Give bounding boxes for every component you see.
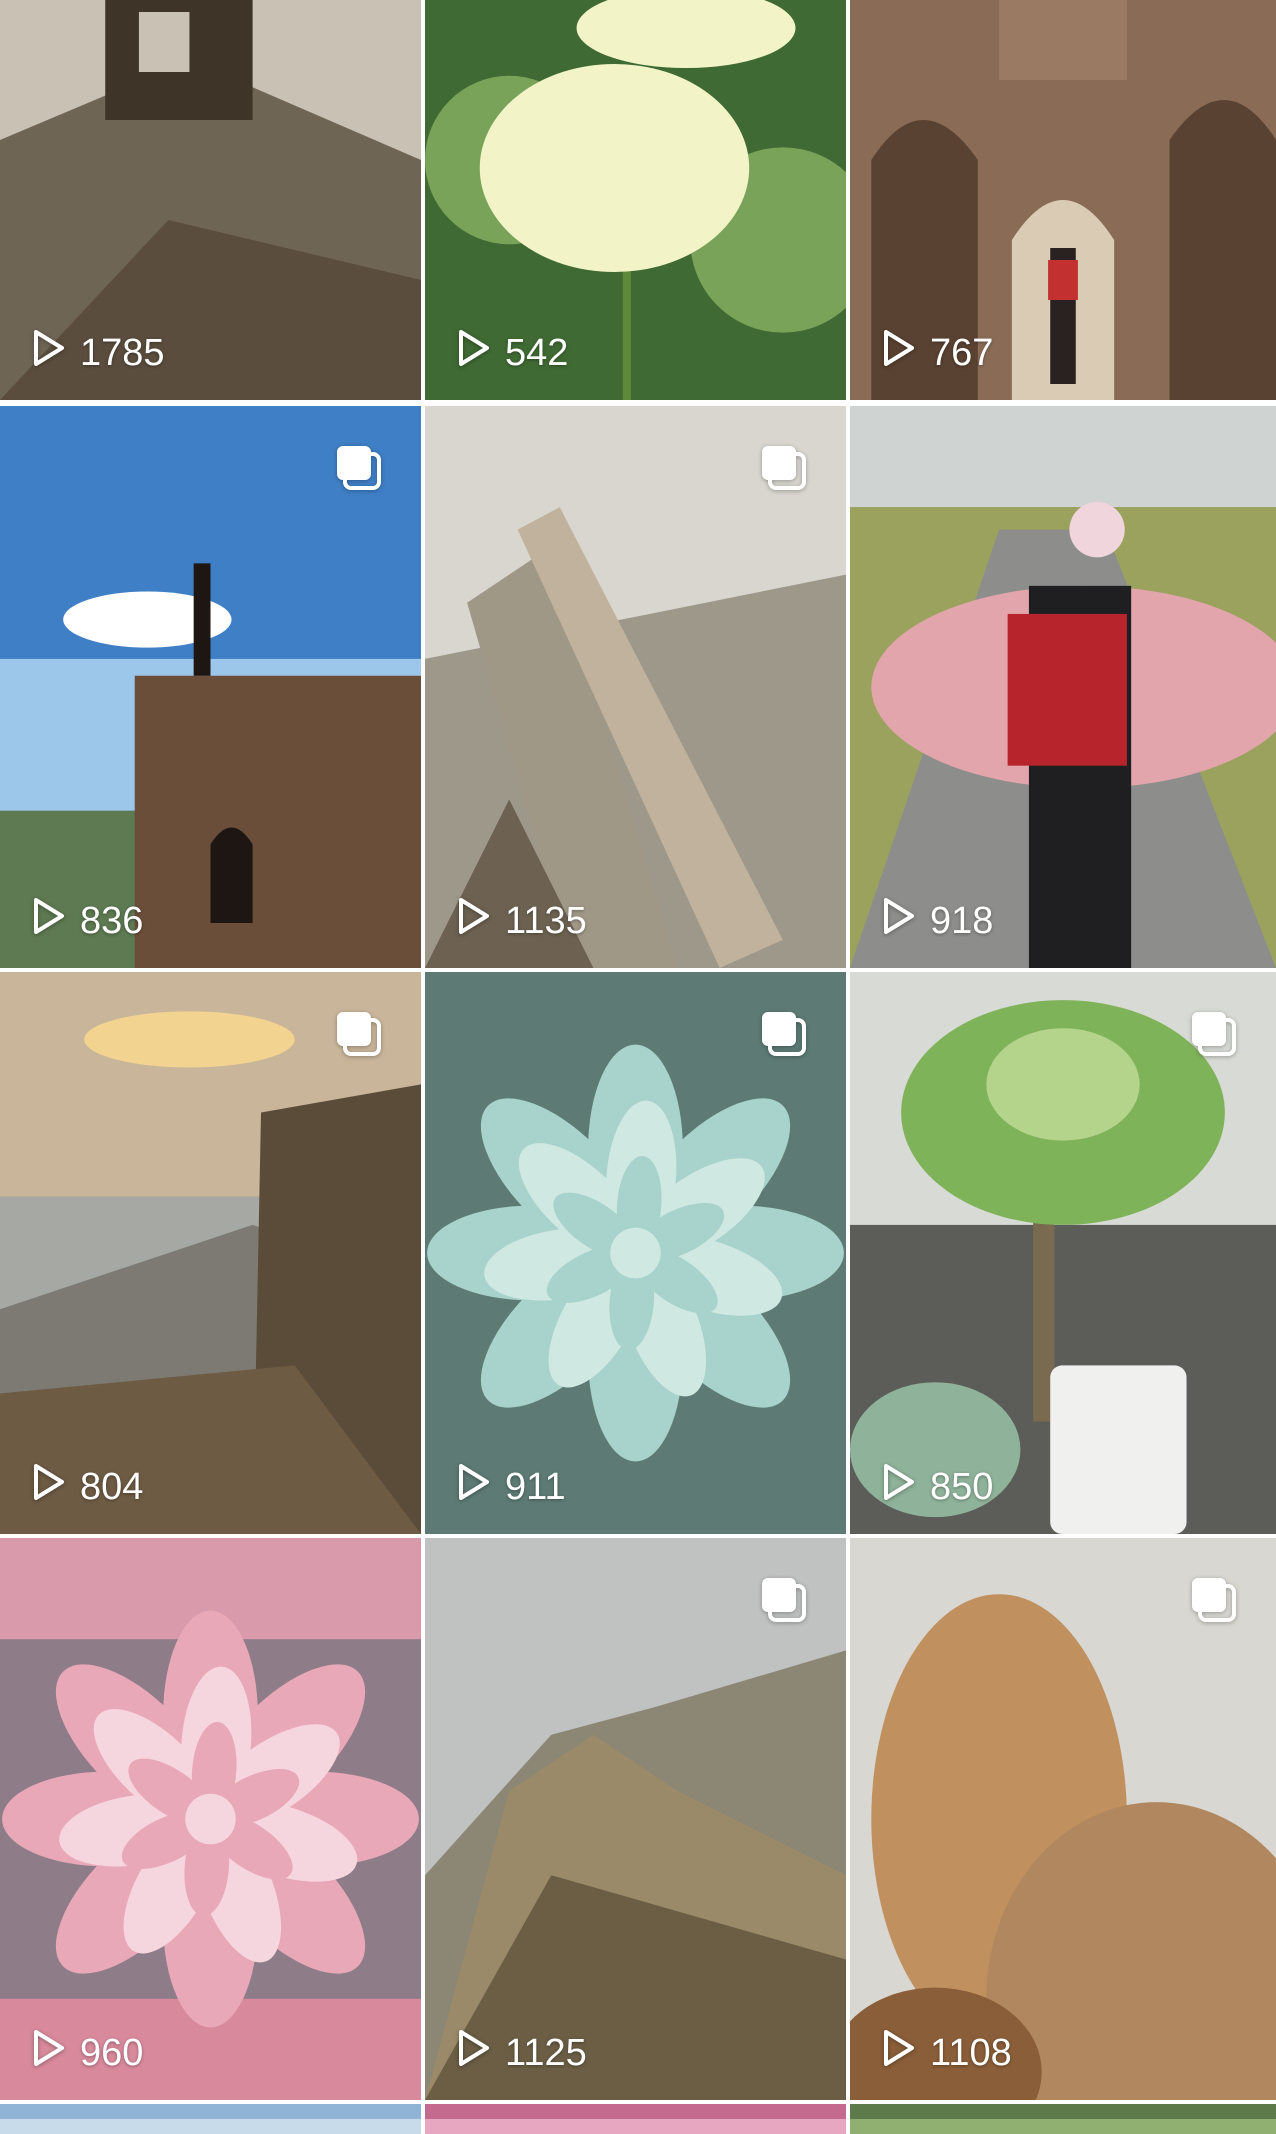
multi-image-icon <box>1186 1572 1242 1628</box>
media-tile[interactable]: 1785 <box>0 0 421 400</box>
media-thumbnail <box>0 2104 421 2134</box>
view-count: 1135 <box>451 894 587 948</box>
play-outline-icon <box>451 2026 495 2080</box>
view-count-label: 542 <box>505 331 569 374</box>
multi-image-icon <box>331 1006 387 1062</box>
media-tile[interactable]: 1108 <box>850 1538 1276 2100</box>
view-count: 1108 <box>876 2026 1012 2080</box>
media-grid: 1785 542 767 836 1135 918 804 911 850 960 1125 1108 <box>0 0 1276 2134</box>
view-count: 836 <box>26 894 143 948</box>
multi-image-icon <box>331 440 387 496</box>
view-count-label: 1785 <box>80 331 165 374</box>
play-outline-icon <box>26 894 70 948</box>
media-tile[interactable] <box>425 2104 846 2134</box>
media-thumbnail <box>425 2104 846 2134</box>
view-count-label: 1108 <box>930 2031 1012 2074</box>
view-count: 804 <box>26 1460 143 1514</box>
media-tile[interactable]: 836 <box>0 406 421 968</box>
view-count-label: 911 <box>505 1465 566 1508</box>
view-count: 1785 <box>26 326 165 380</box>
play-outline-icon <box>451 1460 495 1514</box>
media-tile[interactable]: 918 <box>850 406 1276 968</box>
view-count: 767 <box>876 326 993 380</box>
play-outline-icon <box>26 1460 70 1514</box>
view-count: 911 <box>451 1460 566 1514</box>
media-thumbnail <box>0 1538 421 2100</box>
media-tile[interactable]: 804 <box>0 972 421 1534</box>
play-outline-icon <box>876 894 920 948</box>
play-outline-icon <box>26 2026 70 2080</box>
view-count: 542 <box>451 326 568 380</box>
multi-image-icon <box>756 440 812 496</box>
view-count-label: 804 <box>80 1465 144 1508</box>
view-count-label: 767 <box>930 331 994 374</box>
media-tile[interactable] <box>850 2104 1276 2134</box>
view-count-label: 850 <box>930 1465 994 1508</box>
play-outline-icon <box>451 894 495 948</box>
media-tile[interactable]: 1135 <box>425 406 846 968</box>
play-outline-icon <box>26 326 70 380</box>
view-count: 918 <box>876 894 993 948</box>
media-tile[interactable]: 1125 <box>425 1538 846 2100</box>
view-count-label: 960 <box>80 2031 144 2074</box>
media-tile[interactable]: 960 <box>0 1538 421 2100</box>
media-thumbnail <box>850 406 1276 968</box>
view-count: 850 <box>876 1460 993 1514</box>
view-count-label: 1135 <box>505 899 587 942</box>
media-tile[interactable]: 911 <box>425 972 846 1534</box>
view-count-label: 918 <box>930 899 994 942</box>
play-outline-icon <box>876 326 920 380</box>
play-outline-icon <box>876 1460 920 1514</box>
media-tile[interactable]: 850 <box>850 972 1276 1534</box>
multi-image-icon <box>756 1006 812 1062</box>
play-outline-icon <box>451 326 495 380</box>
multi-image-icon <box>756 1572 812 1628</box>
play-outline-icon <box>876 2026 920 2080</box>
view-count-label: 1125 <box>505 2031 587 2074</box>
media-tile[interactable]: 542 <box>425 0 846 400</box>
view-count-label: 836 <box>80 899 144 942</box>
multi-image-icon <box>1186 1006 1242 1062</box>
media-thumbnail <box>850 2104 1276 2134</box>
media-tile[interactable] <box>0 2104 421 2134</box>
media-tile[interactable]: 767 <box>850 0 1276 400</box>
view-count: 1125 <box>451 2026 587 2080</box>
view-count: 960 <box>26 2026 143 2080</box>
